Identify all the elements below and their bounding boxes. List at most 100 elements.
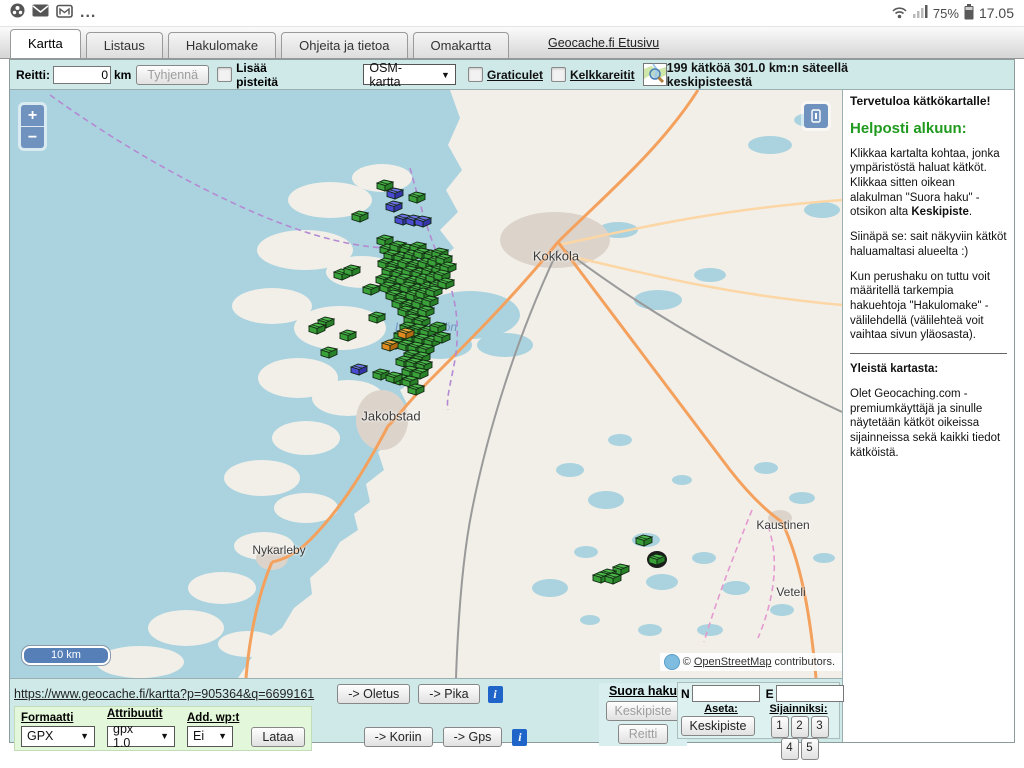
- clock: 17.05: [979, 5, 1014, 21]
- koriin-button[interactable]: -> Koriin: [364, 727, 433, 747]
- route-distance-input[interactable]: [53, 66, 111, 84]
- sidebar-paragraph-2: Siinäpä se: sait näkyviin kätköt haluama…: [850, 230, 1007, 259]
- basemap-select[interactable]: OSM-kartta▼: [363, 64, 456, 85]
- cellular-signal-icon: [913, 5, 928, 21]
- direct-reitti-button[interactable]: Reitti: [618, 724, 668, 744]
- cache-marker[interactable]: [368, 311, 386, 324]
- format-label-link[interactable]: Formaatti: [21, 712, 95, 724]
- format-select[interactable]: GPX▼: [21, 726, 95, 747]
- app-notification-ball-icon: [10, 3, 25, 23]
- cache-marker[interactable]: [407, 383, 425, 396]
- battery-percent: 75%: [933, 6, 959, 21]
- location-slot-button-3[interactable]: 3: [811, 716, 829, 738]
- zoom-out-button[interactable]: −: [21, 127, 44, 148]
- add-points-label: Lisää pisteitä: [236, 61, 307, 89]
- download-button[interactable]: Lataa: [251, 727, 304, 747]
- page-container: Reitti: km Tyhjennä Lisää pisteitä OSM-k…: [9, 59, 1015, 743]
- north-coordinate-input[interactable]: [692, 685, 760, 702]
- east-label: E: [766, 687, 774, 701]
- location-slot-button-1[interactable]: 1: [771, 716, 789, 738]
- chevron-down-icon: ▼: [70, 731, 89, 741]
- east-coordinate-input[interactable]: [776, 685, 844, 702]
- cache-marker[interactable]: [647, 551, 667, 568]
- addwp-label-link[interactable]: Add. wp:t: [187, 712, 239, 724]
- info-icon-url[interactable]: i: [488, 686, 503, 703]
- cache-marker[interactable]: [385, 371, 403, 384]
- addwp-select[interactable]: Ei▼: [187, 726, 233, 747]
- direct-keskipiste-button[interactable]: Keskipiste: [606, 701, 680, 721]
- permalink-url[interactable]: https://www.geocache.fi/kartta?p=905364&…: [14, 687, 314, 701]
- export-panel: Formaatti GPX▼ Attribuutit gpx 1.0▼ Add.…: [14, 706, 312, 751]
- map-canvas[interactable]: KokkolaJakobstadNykarlebyKaustinenVeteli…: [10, 90, 842, 678]
- chevron-down-icon: ▼: [208, 731, 227, 741]
- graticule-checkbox[interactable]: [468, 67, 483, 82]
- cache-marker[interactable]: [385, 200, 403, 213]
- location-slot-button-2[interactable]: 2: [791, 716, 809, 738]
- graticule-link[interactable]: Graticulet: [487, 68, 543, 82]
- geocache-home-link[interactable]: Geocache.fi Etusivu: [548, 36, 659, 50]
- sijainniksi-label: Sijainniksi:: [761, 703, 836, 715]
- bottom-right-filler: [842, 678, 1014, 742]
- cache-marker[interactable]: [343, 264, 361, 277]
- battery-icon: [964, 4, 974, 23]
- cache-marker[interactable]: [397, 327, 415, 340]
- more-notifications-indicator: ...: [80, 4, 96, 22]
- attributes-select[interactable]: gpx 1.0▼: [107, 726, 175, 747]
- tab-hakulomake[interactable]: Hakulomake: [168, 32, 276, 58]
- cache-marker[interactable]: [351, 210, 369, 223]
- zoom-control: + −: [18, 102, 47, 151]
- openstreetmap-link[interactable]: OpenStreetMap: [694, 656, 772, 668]
- chevron-down-icon: ▼: [150, 731, 169, 741]
- direct-search-panel: Suora haku Keskipiste Reitti: [599, 683, 687, 746]
- sidebar-heading: Helposti alkuun:: [850, 119, 1007, 138]
- snowmobile-routes-link[interactable]: Kelkkareitit: [570, 68, 635, 82]
- map-search-icon[interactable]: [643, 63, 667, 86]
- cache-marker[interactable]: [339, 329, 357, 342]
- cache-marker[interactable]: [320, 346, 338, 359]
- cache-marker[interactable]: [635, 534, 653, 547]
- zoom-in-button[interactable]: +: [21, 105, 44, 127]
- osm-logo-icon: [664, 654, 680, 670]
- oletus-button[interactable]: -> Oletus: [337, 684, 410, 704]
- cache-marker[interactable]: [381, 339, 399, 352]
- cache-marker[interactable]: [386, 187, 404, 200]
- cache-marker[interactable]: [433, 331, 451, 344]
- attributes-label-link[interactable]: Attribuutit: [107, 708, 175, 720]
- cache-count-status: 199 kätköä 301.0 km:n säteellä keskipist…: [667, 61, 920, 89]
- cache-marker[interactable]: [604, 572, 622, 585]
- chevron-down-icon: ▼: [431, 70, 450, 80]
- clear-route-button[interactable]: Tyhjennä: [136, 65, 209, 85]
- km-label: km: [114, 68, 131, 82]
- set-keskipiste-button[interactable]: Keskipiste: [681, 716, 755, 736]
- sidebar-section2-title: Yleistä kartasta:: [850, 362, 1007, 377]
- cache-marker[interactable]: [350, 363, 368, 376]
- sidebar-paragraph-4: Olet Geocaching.com - premiumkäyttäjä ja…: [850, 387, 1007, 461]
- sidebar-welcome-title: Tervetuloa kätkökartalle!: [850, 94, 1007, 109]
- pika-button[interactable]: -> Pika: [418, 684, 479, 704]
- sidebar-paragraph-1: Klikkaa kartalta kohtaa, jonka ympäristö…: [850, 147, 1007, 221]
- location-slot-button-4[interactable]: 4: [781, 738, 799, 760]
- tab-listaus[interactable]: Listaus: [86, 32, 163, 58]
- direct-search-title: Suora haku: [599, 684, 687, 698]
- coordinates-panel: N E Aseta: Keskipiste Sijainniksi: 12345: [677, 682, 840, 739]
- email-notification-icon: [32, 4, 49, 22]
- info-icon-export[interactable]: i: [512, 729, 527, 746]
- map-toolbar: Reitti: km Tyhjennä Lisää pisteitä OSM-k…: [10, 60, 1014, 90]
- add-points-checkbox[interactable]: [217, 67, 232, 82]
- cache-marker[interactable]: [408, 191, 426, 204]
- gps-button[interactable]: -> Gps: [443, 727, 503, 747]
- snowmobile-routes-checkbox[interactable]: [551, 67, 566, 82]
- bottom-toolbar: https://www.geocache.fi/kartta?p=905364&…: [10, 678, 842, 742]
- android-status-bar: ... 75% 17.05: [0, 0, 1024, 26]
- sidebar-paragraph-3: Kun perushaku on tuttu voit määritellä t…: [850, 270, 1007, 344]
- tab-kartta[interactable]: Kartta: [10, 29, 81, 58]
- map-scale-bar: 10 km: [22, 646, 110, 665]
- tab-ohjeita-ja-tietoa[interactable]: Ohjeita ja tietoa: [281, 32, 407, 58]
- tab-omakartta[interactable]: Omakartta: [413, 32, 510, 58]
- cache-marker[interactable]: [414, 215, 432, 228]
- map-overlay-toggle-button[interactable]: [804, 104, 828, 128]
- location-slot-button-5[interactable]: 5: [801, 738, 819, 760]
- north-label: N: [681, 687, 690, 701]
- cache-marker[interactable]: [308, 322, 326, 335]
- layers-icon: [810, 109, 822, 123]
